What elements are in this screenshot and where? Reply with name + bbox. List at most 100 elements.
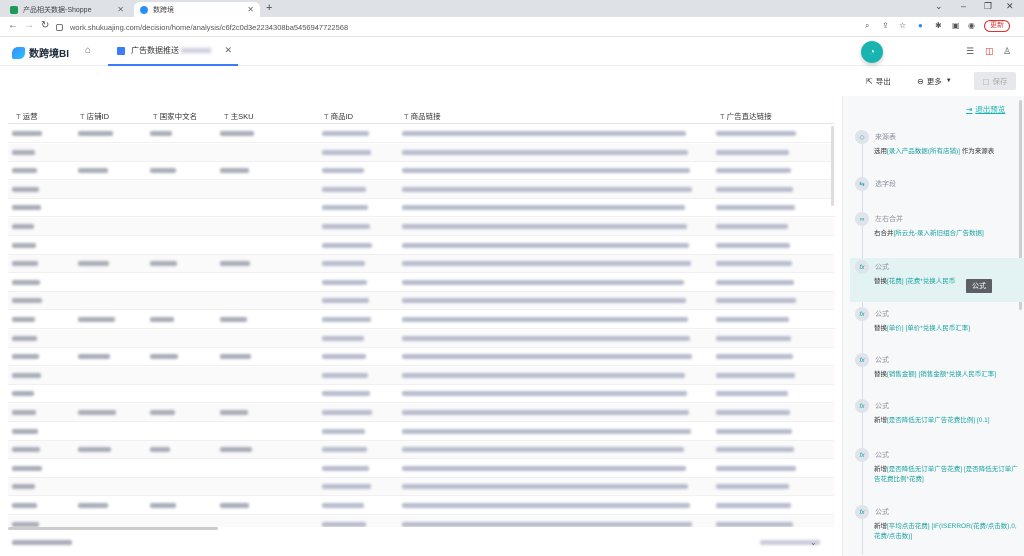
text-type-icon: T xyxy=(153,112,158,121)
table-row[interactable] xyxy=(8,515,834,527)
table-row[interactable] xyxy=(8,348,834,367)
close-icon[interactable]: ✕ xyxy=(247,5,254,14)
table-row[interactable] xyxy=(8,404,834,422)
table-cell xyxy=(402,279,684,285)
table-row[interactable] xyxy=(8,460,834,478)
home-icon[interactable]: ⌂ xyxy=(85,45,91,56)
column-header-shop-id[interactable]: T 店铺ID xyxy=(80,111,109,122)
url-field[interactable]: work.shukuajing.com/decision/home/analys… xyxy=(56,20,856,34)
maximize-button[interactable]: ❐ xyxy=(984,1,992,12)
step-item[interactable]: fx 公式 替换[花费] [花费*兑换人民币 xyxy=(850,258,1024,302)
text-type-icon: T xyxy=(720,112,725,121)
step-title: 选字段 xyxy=(875,181,896,188)
more-icon: ⊖ xyxy=(917,76,924,86)
step-item[interactable]: fx 公式 替换[单价] [单价*兑换人民币汇率] xyxy=(850,305,1024,347)
minimize-button[interactable]: – xyxy=(961,1,966,11)
table-row[interactable] xyxy=(8,125,834,143)
more-button[interactable]: ⊖ 更多 ▼ xyxy=(917,74,955,88)
step-description: 替换[销售金额] [销售金额*兑换人民币汇率] xyxy=(874,370,1022,380)
tab-ad-data[interactable]: 广告数据推送 ✕ xyxy=(108,37,238,66)
table-cell xyxy=(322,391,370,397)
share-icon[interactable]: ⇪ xyxy=(882,21,889,30)
column-header-product-link[interactable]: T 商品链接 xyxy=(404,111,441,122)
table-cell xyxy=(322,168,364,174)
reload-icon[interactable]: ↻ xyxy=(41,20,49,31)
step-item[interactable]: fx 公式 新增[平均点击花费] [IF(ISERROR(花费/点击数),0,花费/… xyxy=(850,503,1024,555)
column-header-country[interactable]: T 国家中文名 xyxy=(153,111,197,122)
back-icon[interactable]: ← xyxy=(8,20,18,31)
save-icon: ▢ xyxy=(982,76,990,86)
step-item[interactable]: fx 公式 替换[销售金额] [销售金额*兑换人民币汇率] xyxy=(850,351,1024,393)
table-row[interactable] xyxy=(8,218,834,236)
step-item[interactable]: ◇ 来源表 选用[录入产品数据(所有店铺)] 作为来源表 xyxy=(850,128,1024,170)
table-row[interactable] xyxy=(8,366,834,385)
profile-icon[interactable]: ◉ xyxy=(968,21,975,30)
table-cell xyxy=(402,149,688,155)
sheet-icon xyxy=(10,5,18,14)
sidebar-icon[interactable]: ▣ xyxy=(952,21,960,30)
table-row[interactable] xyxy=(8,255,834,274)
table-cell xyxy=(12,261,38,267)
assistant-button[interactable]: ◔ xyxy=(861,41,883,63)
table-row[interactable] xyxy=(8,329,834,348)
table-cell xyxy=(12,168,37,174)
bookmark-star-icon[interactable]: ☆ xyxy=(899,21,906,30)
table-row[interactable] xyxy=(8,311,834,329)
table-row[interactable] xyxy=(8,237,834,255)
step-item[interactable]: fx 公式 新增[是否降低无订单广告花费] [是否降低无订单广告花费比例*花费] xyxy=(850,446,1024,498)
table-row[interactable] xyxy=(8,274,834,292)
step-item[interactable]: fx 公式 新增[是否降低无订单广告花费比例] [0.1] xyxy=(850,397,1024,439)
step-description: 新增[是否降低无订单广告花费比例] [0.1] xyxy=(874,416,1022,426)
table-cell xyxy=(716,391,788,397)
table-header: T 运营 T 店铺ID T 国家中文名 T 主SKU T 商品ID T 商品链接 T 广告直达… xyxy=(8,107,834,124)
close-icon[interactable]: ✕ xyxy=(117,5,124,14)
user-icon[interactable]: ♙ xyxy=(1003,46,1011,57)
table-row[interactable] xyxy=(8,423,834,441)
table-cell xyxy=(716,131,796,136)
export-label: 导出 xyxy=(875,76,891,86)
table-vertical-scrollbar[interactable] xyxy=(831,126,834,206)
table-cell xyxy=(322,242,372,248)
step-title: 公式 xyxy=(875,357,889,364)
text-type-icon: T xyxy=(404,112,409,121)
column-header-product-id[interactable]: T 商品ID xyxy=(324,111,353,122)
table-row[interactable] xyxy=(8,385,834,404)
step-text: 选用 xyxy=(874,148,887,155)
new-tab-button[interactable]: + xyxy=(266,2,272,14)
update-button[interactable]: 更新 xyxy=(984,20,1010,32)
table-cell xyxy=(322,131,369,136)
table-cell xyxy=(402,335,690,341)
puzzle-icon[interactable]: ✱ xyxy=(935,21,942,30)
table-row[interactable] xyxy=(8,162,834,181)
table-row[interactable] xyxy=(8,199,834,218)
step-item[interactable]: ⇆ 选字段 xyxy=(850,175,1024,199)
column-header-main-sku[interactable]: T 主SKU xyxy=(224,111,254,122)
save-button[interactable]: ▢ 保存 xyxy=(974,72,1016,90)
close-icon[interactable]: ✕ xyxy=(224,45,232,56)
step-text: 替换 xyxy=(874,278,887,285)
extension-icon[interactable]: ● xyxy=(918,21,923,30)
browser-tab-2[interactable]: 数跨境 ✕ xyxy=(134,2,260,17)
zoom-icon[interactable]: ⌕ xyxy=(865,21,869,31)
table-row[interactable] xyxy=(8,180,834,199)
list-icon[interactable]: ☰ xyxy=(966,46,974,57)
table-row[interactable] xyxy=(8,143,834,162)
notification-icon[interactable]: ◫ xyxy=(985,46,994,57)
table-row[interactable] xyxy=(8,292,834,311)
logo: 数跨境BI xyxy=(12,45,69,60)
step-item[interactable]: ∞ 左右合并 右合并[所云允-录入新旧组合广告数据] xyxy=(850,210,1024,246)
table-row[interactable] xyxy=(8,441,834,460)
column-header-operator[interactable]: T 运营 xyxy=(16,111,38,122)
chevron-down-icon[interactable]: ⌄ xyxy=(935,1,943,12)
browser-tab-1[interactable]: 产品相关数据-Shoppe ✕ xyxy=(4,2,130,17)
table-cell xyxy=(716,521,793,527)
table-row[interactable] xyxy=(8,478,834,497)
export-button[interactable]: ⇱ 导出 xyxy=(866,74,891,88)
exit-preview-link[interactable]: ⇥ 退出预览 xyxy=(966,104,1005,115)
table-row[interactable] xyxy=(8,497,834,515)
forward-icon[interactable]: → xyxy=(24,20,34,31)
chevron-down-icon[interactable]: ⌄ xyxy=(810,538,817,547)
column-header-ad-link[interactable]: T 广告直达链接 xyxy=(720,111,772,122)
window-close-button[interactable]: ✕ xyxy=(1006,1,1014,12)
step-text: 新增 xyxy=(874,523,887,530)
